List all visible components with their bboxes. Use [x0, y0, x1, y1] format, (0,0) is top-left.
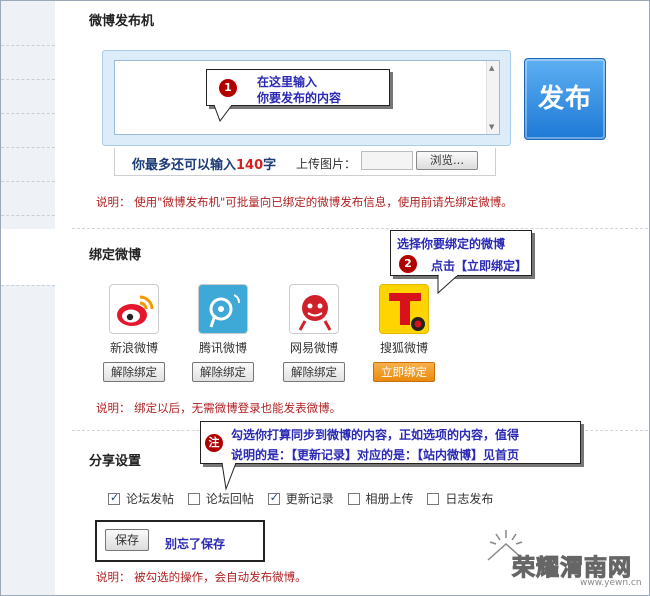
unbind-button-netease[interactable]: 解除绑定: [283, 362, 345, 382]
callout1-line1: 在这里输入: [257, 75, 318, 89]
watermark-url: www.yewn.cn: [580, 578, 642, 588]
sohu-weibo-icon: [379, 284, 429, 334]
callout1-line2: 你要发布的内容: [257, 91, 342, 105]
checkbox-forum-post[interactable]: [108, 491, 120, 505]
checkbox-forum-reply[interactable]: [187, 493, 200, 505]
sina-weibo-icon: [109, 284, 159, 334]
save-button[interactable]: 保存: [105, 529, 149, 551]
char-counter-suffix: 字: [263, 158, 277, 173]
platform-sina: 新浪微博 解除绑定: [101, 284, 167, 382]
share-option-album-upload[interactable]: 相册上传: [347, 490, 414, 507]
char-counter: 你最多还可以输入140字: [132, 154, 276, 173]
platform-name: 搜狐微博: [379, 341, 428, 355]
left-sidebar: [1, 1, 55, 595]
netease-weibo-icon: [289, 284, 339, 334]
option-label: 更新记录: [285, 492, 334, 506]
callout-share-hint: 注 勾选你打算同步到微博的内容，正如选项的内容，值得 说明的是：【更新记录】对应…: [200, 421, 581, 464]
callout3-line2: 说明的是：【更新记录】对应的是：【站内微博】见首页: [231, 448, 520, 462]
platform-tencent: 腾讯微博 解除绑定: [190, 284, 256, 382]
option-label: 相册上传: [365, 492, 414, 506]
upload-image-label: 上传图片：: [296, 157, 357, 171]
watermark-text: 荣耀渭南网: [512, 555, 632, 582]
share-title: 分享设置: [89, 454, 142, 469]
callout3-line1: 勾选你打算同步到微博的内容，正如选项的内容，值得: [231, 428, 520, 442]
share-option-blog-post[interactable]: 日志发布: [427, 490, 493, 507]
scroll-down-icon[interactable]: ▼: [489, 123, 494, 131]
option-label: 论坛回帖: [205, 492, 254, 506]
save-hint: 别忘了保存: [165, 537, 226, 551]
platform-sohu: 搜狐微博 立即绑定: [371, 284, 437, 382]
bind-now-button-sohu[interactable]: 立即绑定: [373, 362, 435, 382]
char-counter-prefix: 你最多还可以输入: [132, 158, 237, 173]
share-option-forum-post[interactable]: 论坛发帖: [108, 490, 174, 507]
step-badge-2: 2: [399, 255, 417, 273]
unbind-button-tencent[interactable]: 解除绑定: [192, 362, 254, 382]
share-option-update-log[interactable]: 更新记录: [267, 490, 334, 507]
option-label: 论坛发帖: [126, 492, 175, 506]
step-badge-1: 1: [219, 79, 237, 97]
unbind-button-sina[interactable]: 解除绑定: [103, 362, 165, 382]
publish-button[interactable]: 发布: [524, 58, 606, 140]
section-divider: [72, 228, 648, 229]
platform-name: 新浪微博: [109, 341, 158, 355]
platform-netease: 网易微博 解除绑定: [281, 284, 347, 382]
upload-image-field[interactable]: [361, 151, 413, 170]
checkbox-update-log[interactable]: [267, 491, 280, 505]
callout1-pointer: [214, 105, 233, 123]
share-note: 说明： 被勾选的操作，会自动发布微博。: [96, 570, 307, 584]
callout-input-hint: 1 在这里输入 你要发布的内容: [206, 69, 390, 106]
callout-bind-hint: 选择你要绑定的微博 2 点击【立即绑定】: [390, 230, 532, 276]
textarea-scrollbar[interactable]: ▲ ▼: [486, 61, 499, 134]
callout2-line2: 点击【立即绑定】: [431, 259, 528, 273]
share-option-forum-reply[interactable]: 论坛回帖: [187, 490, 254, 507]
binding-note: 说明： 绑定以后，无需微博登录也能发表微博。: [96, 401, 342, 415]
share-options: 论坛发帖 论坛回帖 更新记录 相册上传 日志发布: [108, 490, 503, 507]
callout2-pointer: [437, 275, 459, 295]
option-label: 日志发布: [445, 492, 494, 506]
platform-name: 网易微博: [289, 341, 338, 355]
binding-title: 绑定微博: [89, 248, 142, 263]
publisher-title: 微博发布机: [89, 14, 155, 29]
platform-name: 腾讯微博: [198, 341, 247, 355]
scroll-up-icon[interactable]: ▲: [489, 64, 494, 72]
browse-button[interactable]: 浏览...: [416, 151, 478, 170]
tencent-weibo-icon: [198, 284, 248, 334]
note-badge: 注: [205, 434, 223, 452]
checkbox-blog-post[interactable]: [427, 493, 440, 505]
checkbox-album-upload[interactable]: [347, 493, 360, 505]
callout2-line1: 选择你要绑定的微博: [397, 237, 506, 251]
char-counter-number: 140: [236, 158, 264, 173]
publisher-note: 说明： 使用"微博发布机"可批量向已绑定的微博发布信息，使用前请先绑定微博。: [96, 195, 513, 209]
callout3-pointer: [221, 463, 237, 491]
